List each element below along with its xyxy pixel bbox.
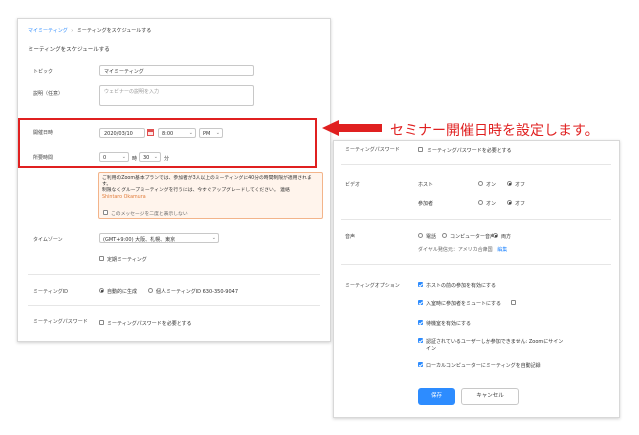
video-participants-on-label: オン xyxy=(486,201,497,207)
option-auto-record-label: ローカルコンピューターにミーティングを自動記録 xyxy=(426,363,541,369)
notice-name: Shintaro Okamura xyxy=(102,194,146,200)
video-host-label: ホスト xyxy=(418,182,434,188)
audio-both-label: 両方 xyxy=(501,234,512,240)
right-password-checkbox[interactable] xyxy=(418,147,423,152)
audio-computer-label: コンピューター音声 xyxy=(450,234,496,240)
option-auth-users-label: 認証されているユーザーしか参加できません: Zoomにサイン xyxy=(426,339,564,345)
timezone-select[interactable]: (GMT+9:00) 大阪、札幌、東京 ⌄ xyxy=(99,233,219,243)
timezone-value: (GMT+9:00) 大阪、札幌、東京 xyxy=(103,237,176,243)
dismiss-label: このメッセージを二度と表示しない xyxy=(111,212,188,217)
cancel-button-label: キャンセル xyxy=(476,393,504,399)
chevron-down-icon: ⌄ xyxy=(211,235,216,241)
save-button[interactable]: 保存 xyxy=(418,388,455,405)
meeting-id-auto-label: 自動的に生成 xyxy=(107,289,138,295)
video-label: ビデオ xyxy=(345,182,361,188)
audio-label: 音声 xyxy=(345,234,356,240)
divider xyxy=(341,164,611,165)
breadcrumb-separator: › xyxy=(71,28,74,34)
option-auto-record-checkbox[interactable] xyxy=(418,362,423,367)
breadcrumb-current: ミーティングをスケジュールする xyxy=(76,28,152,34)
notice-text-2: 制限なくグループミーティングを行うには、今すぐアップグレードしてください。 連絡 xyxy=(102,188,290,194)
right-password-label: ミーティングパスワード xyxy=(345,147,400,153)
topic-label: トピック xyxy=(33,69,54,75)
highlight-box xyxy=(18,118,317,168)
video-participants-off-label: オフ xyxy=(515,201,526,207)
option-mute-on-entry-checkbox[interactable] xyxy=(418,300,423,305)
recurring-checkbox[interactable] xyxy=(99,256,104,261)
option-auth-users-checkbox[interactable] xyxy=(418,338,423,343)
option-auth-users-label-line2: イン xyxy=(426,346,437,352)
divider xyxy=(341,219,611,220)
settings-panel xyxy=(333,140,620,418)
breadcrumb-parent-link[interactable]: マイミーティング xyxy=(28,28,68,34)
meeting-password-label: ミーティングパスワード xyxy=(33,319,88,325)
option-waiting-room-checkbox[interactable] xyxy=(418,320,423,325)
divider xyxy=(341,264,611,265)
save-button-label: 保存 xyxy=(430,393,442,399)
option-mute-on-entry-label: 入室時に参加者をミュートにする xyxy=(426,301,502,307)
dialin-edit-link[interactable]: 編集 xyxy=(497,247,507,253)
meeting-options-label: ミーティングオプション xyxy=(345,283,400,289)
page-title: ミーティングをスケジュールする xyxy=(28,47,110,53)
meeting-id-personal-radio[interactable] xyxy=(148,288,153,293)
annotation-text: セミナー開催日時を設定します。 xyxy=(390,123,599,139)
dismiss-checkbox[interactable] xyxy=(103,210,108,215)
meeting-id-label: ミーティングID xyxy=(33,289,69,295)
option-join-before-host-checkbox[interactable] xyxy=(418,282,423,287)
audio-both-radio[interactable] xyxy=(493,233,498,238)
video-host-on-radio[interactable] xyxy=(478,181,483,186)
divider xyxy=(28,274,320,275)
dialin-country: ダイヤル発信元：アメリカ合衆国 xyxy=(418,247,493,253)
meeting-id-auto-radio[interactable] xyxy=(99,288,104,293)
recurring-label: 定期ミーティング xyxy=(107,257,147,263)
meeting-password-checkbox[interactable] xyxy=(99,320,104,325)
video-host-off-label: オフ xyxy=(515,182,526,188)
dialin-text: ダイヤル発信元：アメリカ合衆国 編集 xyxy=(418,246,507,253)
cancel-button[interactable]: キャンセル xyxy=(461,388,519,405)
video-host-on-label: オン xyxy=(486,182,497,188)
divider xyxy=(28,305,320,306)
video-participants-off-radio[interactable] xyxy=(507,200,512,205)
annotation-arrow xyxy=(322,120,339,136)
audio-phone-label: 電話 xyxy=(426,234,437,240)
option-join-before-host-label: ホストの前の参加を有効にする xyxy=(426,283,497,289)
help-icon[interactable] xyxy=(511,300,516,305)
breadcrumb: マイミーティング › ミーティングをスケジュールする xyxy=(28,27,151,34)
meeting-id-personal-label: 個人ミーティングID 630-350-9047 xyxy=(156,289,239,295)
audio-computer-radio[interactable] xyxy=(442,233,447,238)
topic-input[interactable]: マイミーティング xyxy=(99,65,254,76)
video-participants-on-radio[interactable] xyxy=(478,200,483,205)
description-textarea[interactable]: ウェビナーの説明を入力 xyxy=(99,85,254,106)
notice-text-1: ご利用のZoom基本プランでは、参加者が3人以上のミーティングに40分の時間制限… xyxy=(102,176,312,188)
option-waiting-room-label: 待機室を有効にする xyxy=(426,321,472,327)
right-password-option: ミーティングパスワードを必要とする xyxy=(427,148,512,154)
video-participants-label: 参加者 xyxy=(418,201,434,207)
meeting-password-option: ミーティングパスワードを必要とする xyxy=(107,321,192,327)
audio-phone-radio[interactable] xyxy=(418,233,423,238)
description-label: 説明（任意） xyxy=(33,91,64,97)
timezone-label: タイムゾーン xyxy=(33,237,63,243)
annotation-arrow-shaft xyxy=(338,124,382,132)
video-host-off-radio[interactable] xyxy=(507,181,512,186)
notice-text: ご利用のZoom基本プランでは、参加者が3人以上のミーティングに40分の時間制限… xyxy=(102,176,319,201)
